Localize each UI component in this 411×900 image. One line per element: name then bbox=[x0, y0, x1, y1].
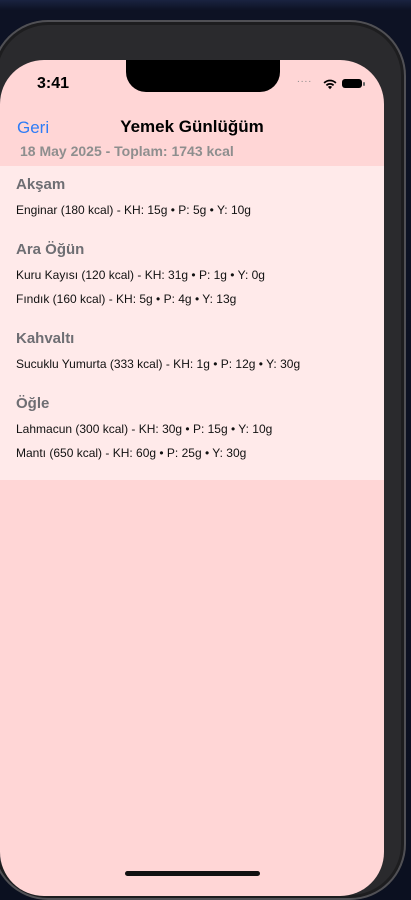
meal-item[interactable]: Mantı (650 kcal) - KH: 60g • P: 25g • Y:… bbox=[16, 446, 368, 461]
status-time: 3:41 bbox=[37, 75, 70, 92]
wifi-icon bbox=[322, 77, 338, 95]
meal-item[interactable]: Enginar (180 kcal) - KH: 15g • P: 5g • Y… bbox=[16, 203, 368, 218]
device-notch bbox=[126, 60, 280, 92]
meal-item[interactable]: Fındık (160 kcal) - KH: 5g • P: 4g • Y: … bbox=[16, 292, 368, 307]
meal-list: Akşam Enginar (180 kcal) - KH: 15g • P: … bbox=[0, 166, 384, 480]
meal-item[interactable]: Sucuklu Yumurta (333 kcal) - KH: 1g • P:… bbox=[16, 357, 368, 372]
navigation-bar: Geri Yemek Günlüğüm 18 May 2025 - Toplam… bbox=[0, 112, 384, 168]
phone-frame: 3:41 .... Geri Yemek Günlüğüm 18 May 202… bbox=[0, 20, 406, 900]
meal-section-ogle: Öğle Lahmacun (300 kcal) - KH: 30g • P: … bbox=[0, 383, 384, 472]
section-title: Öğle bbox=[16, 395, 50, 412]
page-title: Yemek Günlüğüm bbox=[120, 117, 264, 136]
section-title: Ara Öğün bbox=[16, 241, 85, 258]
home-indicator[interactable] bbox=[125, 871, 260, 876]
meal-section-ara-ogun: Ara Öğün Kuru Kayısı (120 kcal) - KH: 31… bbox=[0, 229, 384, 318]
meal-item[interactable]: Lahmacun (300 kcal) - KH: 30g • P: 15g •… bbox=[16, 422, 368, 437]
battery-icon bbox=[342, 79, 365, 88]
meal-section-kahvalti: Kahvaltı Sucuklu Yumurta (333 kcal) - KH… bbox=[0, 318, 384, 383]
signal-icon: .... bbox=[297, 74, 313, 85]
section-title: Kahvaltı bbox=[16, 330, 75, 347]
meal-item[interactable]: Kuru Kayısı (120 kcal) - KH: 31g • P: 1g… bbox=[16, 268, 368, 283]
back-button[interactable]: Geri bbox=[17, 118, 49, 138]
date-total-subtitle: 18 May 2025 - Toplam: 1743 kcal bbox=[20, 143, 234, 159]
section-title: Akşam bbox=[16, 176, 66, 193]
app-screen: 3:41 .... Geri Yemek Günlüğüm 18 May 202… bbox=[0, 60, 384, 896]
meal-section-aksam: Akşam Enginar (180 kcal) - KH: 15g • P: … bbox=[0, 166, 384, 229]
